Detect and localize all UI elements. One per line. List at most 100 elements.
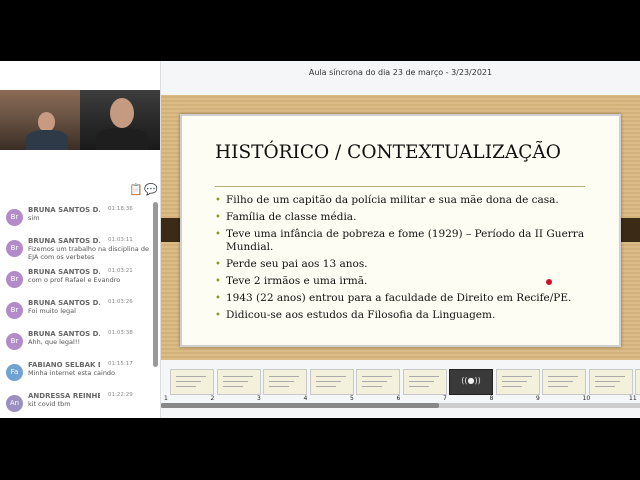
thumbnail-text-line [548,376,578,377]
thumbnail-text-line [548,381,573,382]
slide-bullet: Perde seu pai aos 13 anos. [215,258,610,271]
thumbnail-text-line [269,386,289,387]
thumbnail-text-line [408,386,429,387]
slide-divider [215,186,585,187]
thumbnail-text-line [501,381,527,382]
thumbnail-text-line [176,381,201,382]
slide-thumbnail[interactable] [588,369,633,395]
thumbnail-number: 9 [536,395,540,402]
thumbnail-number: 1 [164,395,168,402]
thumbnail-number: 5 [350,395,354,402]
app-window: 📋 💬 Br BRUNA SANTOS D... 01:18:36 sim Br BRUN… [0,61,640,418]
slide-bullet: Teve uma infância de pobreza e fome (192… [215,228,610,254]
message-time: 01:18:36 [108,206,133,212]
slide-bullet-list: Filho de um capitão da polícia militar e… [215,194,610,326]
presentation-area: Aula síncrona do dia 23 de março - 3/23/… [161,61,640,418]
thumbnail-text-line [269,381,294,382]
thumbnail-text-line [176,386,196,387]
thumbnail-text-line [222,376,253,377]
thumbnail-number: 8 [489,395,494,402]
slide-thumbnail[interactable] [635,369,640,395]
left-panel: 📋 💬 Br BRUNA SANTOS D... 01:18:36 sim Br BRUN… [0,61,161,418]
thumbnail-number: 6 [396,395,401,402]
message-time: 01:22:29 [108,392,133,398]
thumbnail-number: 11 [629,395,637,402]
chat-toolbar: 📋 💬 [0,182,160,200]
thumbnail-number: 4 [303,395,308,402]
slide-thumbnail[interactable] [495,369,540,395]
thumbnail-text-line [501,386,522,387]
message-text: Foi muito legal [28,307,76,315]
slide-thumbnail[interactable] [309,369,354,395]
message-text: kit covid tbm [28,400,71,408]
message-text: Fizemos um trabalho na disciplina de EJA… [28,245,149,261]
notes-icon[interactable]: 📋 [129,184,143,196]
chat-message: Br BRUNA SANTOS D... 01:18:36 sim [0,206,152,232]
slide-stage: HISTÓRICO / CONTEXTUALIZAÇÃO Filho de um… [161,95,640,360]
chat-scrollbar[interactable] [153,202,158,367]
chat-message: Br BRUNA SANTOS D... 01:03:38 Ahh, que lega… [0,330,152,356]
thumbnail-text-line [362,381,387,382]
avatar: Br [6,333,23,350]
thumbnail-text-line [548,386,568,387]
slide-thumbnail[interactable] [402,369,447,395]
thumbnail-text-line [594,386,615,387]
thumbnail-text-line [222,386,243,387]
thumbnail-scroll-handle[interactable] [161,403,439,408]
thumbnail-number: 3 [257,395,261,402]
participant-head [38,112,55,132]
slide-bullet: Família de classe média. [215,211,610,224]
participant-body [96,128,148,150]
video-feed [0,90,160,150]
message-text: sim [28,214,40,222]
message-time: 01:03:38 [108,330,133,336]
message-text: com o prof Rafael e Evandro [28,276,121,284]
thumbnail-text-line [222,381,248,382]
thumbnail-text-line [408,376,439,377]
thumbnail-text-line [594,381,620,382]
thumbnail-text-line [594,376,625,377]
message-author: BRUNA SANTOS D... [28,268,100,276]
avatar: Br [6,271,23,288]
presentation-title: Aula síncrona do dia 23 de março - 3/23/… [308,68,493,77]
thumbnail-text-line [362,386,382,387]
avatar: An [6,395,23,412]
thumbnail-text-line [362,376,392,377]
avatar: Br [6,302,23,319]
message-time: 01:15:17 [108,361,133,367]
avatar: Br [6,240,23,257]
avatar: Fa [6,364,23,381]
participant-body [26,130,68,150]
message-time: 01:03:21 [108,268,133,274]
thumbnail-scrollbar[interactable] [161,403,640,408]
participant-video-2 [80,90,160,150]
avatar: Br [6,209,23,226]
slide-bullet: Filho de um capitão da polícia militar e… [215,194,610,207]
slide-thumbnail[interactable]: ((●)) [449,369,493,395]
chat-message: Br BRUNA SANTOS D... 01:03:26 Foi muito leg… [0,299,152,325]
thumbnail-text-line [176,376,206,377]
thumbnail-text-line [315,376,346,377]
current-slide: HISTÓRICO / CONTEXTUALIZAÇÃO Filho de um… [180,114,621,347]
participant-head [110,98,134,128]
slide-thumbnail[interactable] [263,369,307,395]
slide-thumbnail[interactable] [170,369,214,395]
slide-thumbnail[interactable] [356,369,400,395]
slide-thumbnail[interactable] [216,369,261,395]
thumbnail-text-line [501,376,532,377]
thumbnail-strip: 1 2 3 4 5 6 ((●)) 7 8 9 10 11 [161,366,640,406]
chat-message: Fa FABIANO SELBAK DO... 01:15:17 Minha inte… [0,361,152,387]
thumbnail-number: 7 [443,395,447,402]
message-author: BRUNA SANTOS D... [28,330,100,338]
thumbnail-number: 2 [210,395,215,402]
chat-message: Br BRUNA SANTOS D... 01:03:11 Fizemos um tr… [0,237,152,263]
slide-thumbnail[interactable] [542,369,586,395]
message-author: BRUNA SANTOS D... [28,237,100,245]
chat-message: An ANDRESSA REINHEI... 01:22:29 kit covid t… [0,392,152,418]
thumbnail-text-line [315,381,341,382]
slide-bullet: 1943 (22 anos) entrou para a faculdade d… [215,292,610,305]
chat-message-list: Br BRUNA SANTOS D... 01:18:36 sim Br BRUNA SA… [0,206,152,418]
message-text: Minha internet esta caindo [28,369,116,377]
chat-bubbles-icon[interactable]: 💬 [144,184,158,196]
message-author: ANDRESSA REINHEI... [28,392,100,400]
